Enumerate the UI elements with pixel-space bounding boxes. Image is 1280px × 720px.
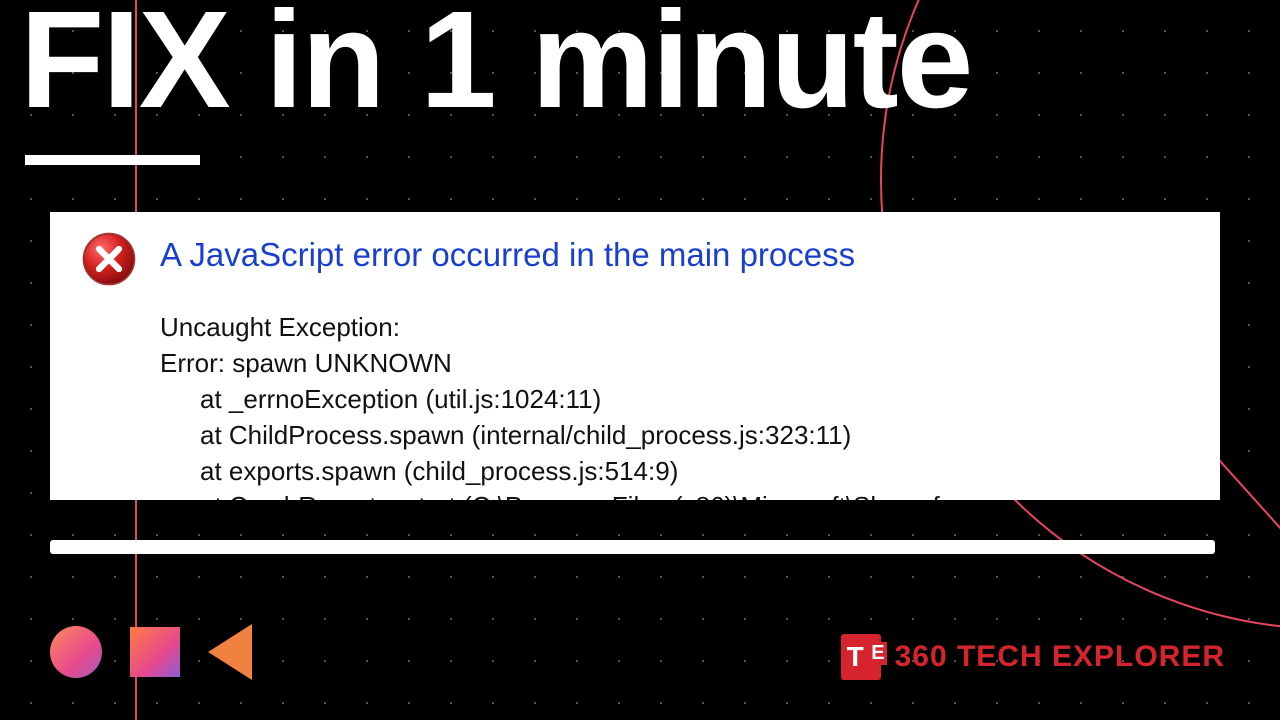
- brand-name: 360 TECH EXPLORER: [895, 640, 1225, 674]
- error-trace-line: at exports.spawn (child_process.js:514:9…: [160, 454, 1190, 490]
- error-trace-line: at CrashReporter.start (C:\Program Files…: [160, 489, 1190, 500]
- thumbnail-title: FIX in 1 minute: [20, 0, 971, 133]
- triangle-left-icon: [208, 624, 252, 680]
- error-dialog: A JavaScript error occurred in the main …: [50, 212, 1220, 500]
- brand-badge-icon: T E: [841, 634, 881, 680]
- square-icon: [130, 627, 180, 677]
- error-trace-line: at ChildProcess.spawn (internal/child_pr…: [160, 418, 1190, 454]
- brand-badge-letter: T: [847, 641, 864, 673]
- divider-bar: [50, 540, 1215, 554]
- error-trace-line: at _errnoException (util.js:1024:11): [160, 382, 1190, 418]
- error-icon: [80, 230, 138, 288]
- circle-icon: [50, 626, 102, 678]
- brand-badge-letter: E: [869, 642, 886, 665]
- error-line: Uncaught Exception:: [160, 310, 1190, 346]
- error-line: Error: spawn UNKNOWN: [160, 346, 1190, 382]
- brand-logo: T E 360 TECH EXPLORER: [841, 634, 1225, 680]
- error-dialog-body: Uncaught Exception: Error: spawn UNKNOWN…: [160, 310, 1190, 500]
- title-underline: [25, 155, 200, 165]
- error-dialog-title: A JavaScript error occurred in the main …: [160, 236, 855, 274]
- decorative-shapes: [50, 624, 252, 680]
